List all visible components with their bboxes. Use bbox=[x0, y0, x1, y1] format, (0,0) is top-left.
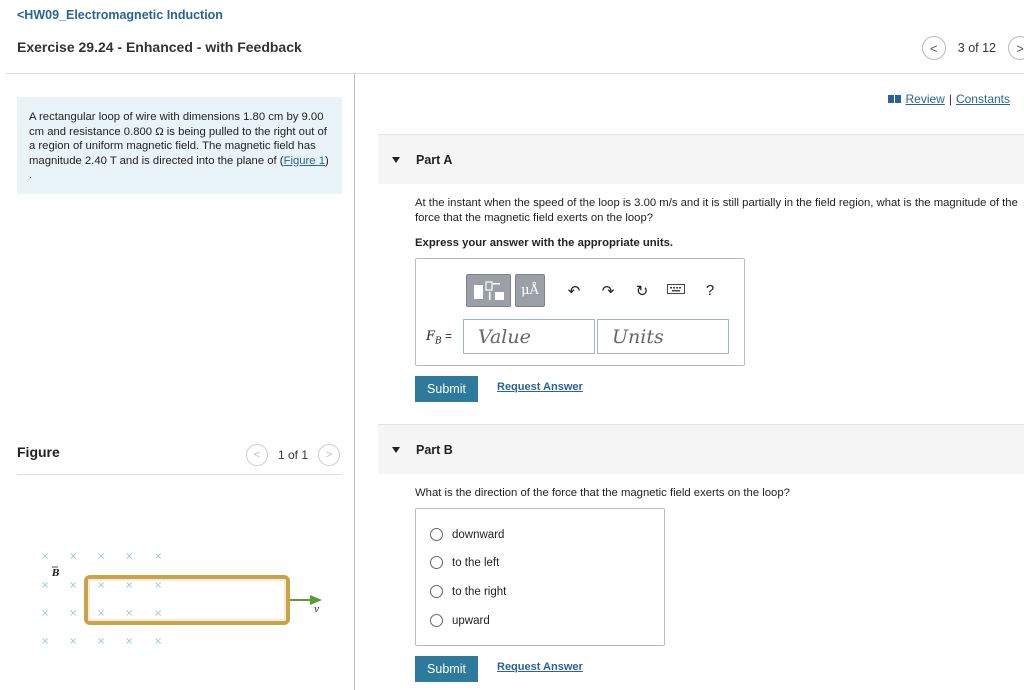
field-into-page-mark: × bbox=[125, 580, 133, 591]
collapse-triangle-icon[interactable] bbox=[392, 446, 400, 453]
previous-exercise-button[interactable]: < bbox=[921, 36, 946, 60]
part-b-submit-button[interactable]: Submit bbox=[415, 656, 478, 682]
next-exercise-button[interactable]: > bbox=[1008, 36, 1024, 60]
figure-1-link[interactable]: Figure 1 bbox=[284, 155, 325, 167]
part-a-request-answer-link[interactable]: Request Answer bbox=[497, 381, 583, 393]
field-into-page-mark: × bbox=[125, 636, 133, 647]
units-input[interactable] bbox=[597, 319, 729, 354]
choice-upward[interactable]: upward bbox=[430, 614, 490, 627]
velocity-arrow-head bbox=[310, 595, 322, 605]
book-icon bbox=[888, 95, 902, 103]
part-b-question: What is the direction of the force that … bbox=[415, 487, 790, 499]
wire-loop-inner bbox=[88, 579, 286, 621]
problem-statement: A rectangular loop of wire with dimensio… bbox=[17, 97, 342, 194]
wire-loop-outer bbox=[84, 575, 290, 625]
field-into-page-mark: × bbox=[97, 551, 105, 562]
field-into-page-mark: × bbox=[125, 551, 133, 562]
next-figure-button[interactable]: > bbox=[318, 444, 341, 466]
collapse-triangle-icon[interactable] bbox=[392, 156, 400, 163]
choice-downward[interactable]: downward bbox=[430, 528, 504, 541]
choice-label: upward bbox=[452, 614, 490, 627]
undo-icon[interactable]: ↶ bbox=[565, 282, 583, 300]
reset-icon[interactable]: ↻ bbox=[633, 282, 651, 300]
choice-label: to the right bbox=[452, 585, 507, 598]
part-a-instruction: Express your answer with the appropriate… bbox=[415, 237, 674, 249]
radio-button[interactable] bbox=[430, 614, 443, 627]
velocity-label: v bbox=[314, 605, 319, 615]
part-b-request-answer-link[interactable]: Request Answer bbox=[497, 661, 583, 673]
exercise-count: 3 of 12 bbox=[957, 41, 996, 55]
figure-pager: < 1 of 1 > bbox=[246, 444, 341, 466]
choice-label: to the left bbox=[452, 556, 500, 569]
variable-equals: = bbox=[441, 329, 452, 343]
choice-to-the-left[interactable]: to the left bbox=[430, 556, 499, 569]
part-b-title: Part B bbox=[416, 442, 453, 457]
redo-icon[interactable]: ↷ bbox=[599, 282, 617, 300]
value-input[interactable] bbox=[463, 319, 595, 354]
pane-divider bbox=[354, 74, 355, 690]
help-icon[interactable]: ? bbox=[701, 282, 719, 299]
field-into-page-mark: × bbox=[154, 551, 162, 562]
choice-label: downward bbox=[452, 528, 505, 541]
review-constants-links: Review | Constants bbox=[888, 92, 1010, 106]
part-a-answer-box: μÅ ↶ ↷ ↻ ? FB = bbox=[415, 258, 745, 366]
constants-link[interactable]: Constants bbox=[956, 92, 1010, 106]
previous-figure-button[interactable]: < bbox=[246, 444, 268, 466]
part-a-title: Part A bbox=[416, 152, 453, 167]
variable-main: F bbox=[426, 329, 436, 344]
link-separator: | bbox=[948, 92, 952, 106]
field-into-page-mark: × bbox=[41, 551, 49, 562]
units-button[interactable]: μÅ bbox=[515, 274, 545, 307]
review-link[interactable]: Review bbox=[905, 92, 944, 106]
problem-text: A rectangular loop of wire with dimensio… bbox=[29, 111, 327, 167]
field-into-page-mark: × bbox=[41, 608, 49, 619]
figure-heading: Figure bbox=[17, 444, 60, 460]
radio-button[interactable] bbox=[430, 585, 443, 598]
exercise-pager: < 3 of 12 > bbox=[921, 36, 1024, 60]
field-into-page-mark: × bbox=[69, 636, 77, 647]
exercise-title: Exercise 29.24 - Enhanced - with Feedbac… bbox=[17, 39, 302, 55]
field-into-page-mark: × bbox=[69, 608, 77, 619]
header-divider bbox=[6, 73, 1024, 74]
figure-count: 1 of 1 bbox=[278, 448, 309, 462]
part-a-header[interactable]: Part A bbox=[378, 134, 1024, 184]
choice-to-the-right[interactable]: to the right bbox=[430, 585, 506, 598]
field-into-page-mark: × bbox=[125, 608, 133, 619]
field-into-page-mark: × bbox=[41, 636, 49, 647]
part-a-question: At the instant when the speed of the loo… bbox=[415, 197, 1018, 224]
part-a-submit-button[interactable]: Submit bbox=[415, 376, 478, 402]
field-into-page-mark: × bbox=[154, 580, 162, 591]
field-into-page-mark: × bbox=[154, 636, 162, 647]
loop-in-field-diagram: × × × × × × × × × × × × × × × × × × × × B v bbox=[41, 551, 322, 647]
radio-button[interactable] bbox=[430, 528, 443, 541]
magnetic-field-marks: × × × × × × × × × × × × × × × × × × × × bbox=[41, 551, 162, 647]
variable-label: FB = bbox=[426, 329, 452, 347]
field-into-page-mark: × bbox=[69, 580, 77, 591]
field-into-page-mark: × bbox=[69, 551, 77, 562]
field-into-page-mark: × bbox=[97, 608, 105, 619]
part-b-choices: downward to the left to the right upward bbox=[415, 508, 665, 646]
part-b-header[interactable]: Part B bbox=[378, 424, 1024, 474]
field-label-b: B bbox=[51, 569, 60, 579]
templates-icon bbox=[473, 280, 504, 300]
assignment-breadcrumb-link[interactable]: <HW09_Electromagnetic Induction bbox=[17, 8, 223, 22]
math-toolbar: μÅ ↶ ↷ ↻ ? bbox=[466, 274, 719, 307]
templates-button[interactable] bbox=[466, 274, 511, 307]
radio-button[interactable] bbox=[430, 556, 443, 569]
field-into-page-mark: × bbox=[97, 580, 105, 591]
figure-divider bbox=[17, 474, 342, 475]
field-into-page-mark: × bbox=[154, 608, 162, 619]
keyboard-icon[interactable] bbox=[667, 282, 685, 299]
field-into-page-mark: × bbox=[41, 580, 49, 591]
field-into-page-mark: × bbox=[97, 636, 105, 647]
variable-subscript: B bbox=[435, 336, 442, 347]
keyboard-shape bbox=[667, 284, 685, 294]
